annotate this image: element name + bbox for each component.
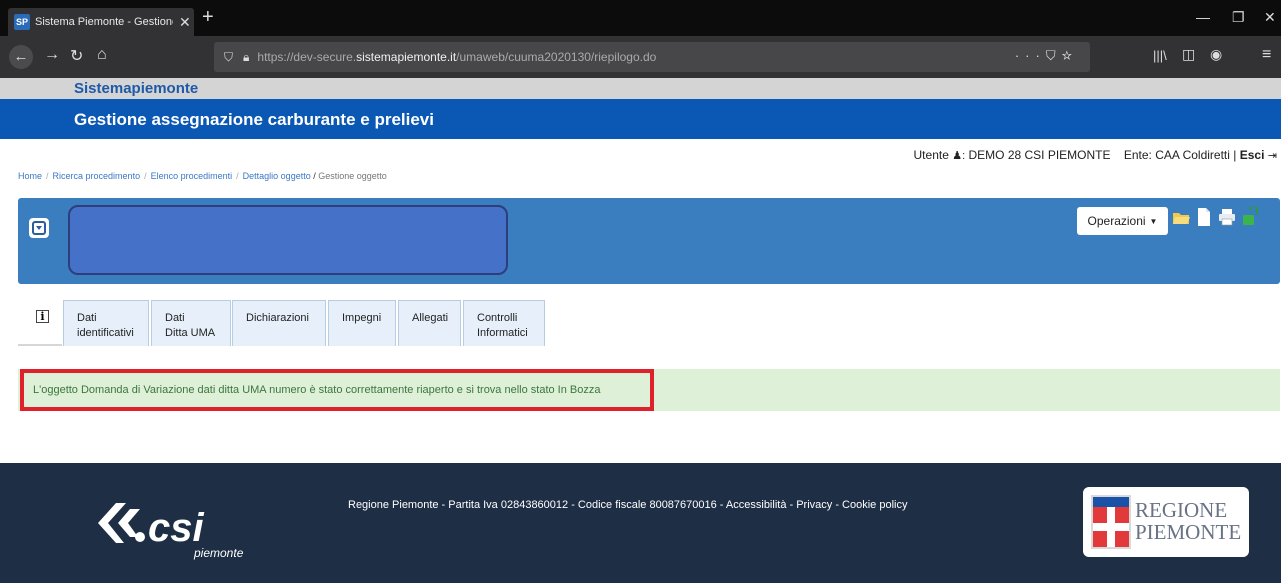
address-bar[interactable]: ⛉ 🔒︎ https://dev-secure. sistemapiemonte.… xyxy=(214,42,1090,72)
breadcrumb: Home / Ricerca procedimento / Elenco procedi… xyxy=(18,171,387,181)
pocket-icon[interactable]: ⛉ xyxy=(1046,48,1062,63)
tab-label-line1: Impegni xyxy=(342,312,382,324)
close-window-icon[interactable]: ✕ xyxy=(1264,9,1276,26)
regione-line2: PIEMONTE xyxy=(1135,520,1242,544)
restore-icon[interactable]: ❐ xyxy=(1232,9,1245,26)
alert-message: L'oggetto Domanda di Variazione dati dit… xyxy=(20,369,654,411)
tab-info[interactable]: i xyxy=(18,300,62,346)
logout-icon[interactable]: ⇥ xyxy=(1268,150,1277,162)
breadcrumb-ricerca[interactable]: Ricerca procedimento xyxy=(53,171,141,181)
brand-bar: Sistemapiemonte xyxy=(0,78,1281,99)
back-arrow-icon[interactable]: ← xyxy=(9,45,33,69)
url-domain: sistemapiemonte.it xyxy=(356,50,457,64)
close-tab-icon[interactable]: ✕ xyxy=(179,14,191,31)
bookmark-star-icon[interactable]: ☆ xyxy=(1062,48,1078,63)
browser-tab-title: Sistema Piemonte - Gestione a xyxy=(35,16,173,28)
ente-name: CAA Coldiretti xyxy=(1155,148,1230,162)
collapse-toggle-icon[interactable] xyxy=(29,218,49,238)
tab-label-line2: identificativi xyxy=(77,327,134,339)
logout-link[interactable]: Esci xyxy=(1240,148,1265,162)
operations-label: Operazioni xyxy=(1087,214,1146,228)
site-favicon-icon: SP xyxy=(14,14,30,30)
user-info: Utente ♟: DEMO 28 CSI PIEMONTE Ente: CAA… xyxy=(914,148,1277,162)
reload-icon[interactable]: ↻ xyxy=(70,46,83,66)
sidebar-icon[interactable]: ◫ xyxy=(1182,46,1195,63)
user-label: Utente xyxy=(913,148,949,162)
tab-label-line1: Dati xyxy=(165,312,185,324)
tab-impegni[interactable]: Impegni xyxy=(328,300,396,346)
menu-icon[interactable]: ≡ xyxy=(1262,46,1271,64)
unlock-icon[interactable] xyxy=(1240,207,1260,227)
browser-tab[interactable]: SP Sistema Piemonte - Gestione a ✕ xyxy=(8,8,194,36)
regione-line1: REGIONE xyxy=(1135,498,1228,522)
csi-logo-text: csi xyxy=(148,506,204,550)
redacted-object-summary xyxy=(68,205,508,275)
user-name: DEMO 28 CSI PIEMONTE xyxy=(968,148,1111,162)
info-icon: i xyxy=(36,310,49,323)
document-icon[interactable] xyxy=(1194,207,1214,227)
site-brand[interactable]: Sistemapiemonte xyxy=(74,80,198,97)
user-separator: | xyxy=(1233,148,1237,162)
caret-down-icon: ▼ xyxy=(1149,216,1158,226)
tab-label-line1: Allegati xyxy=(412,312,449,324)
tab-label-line1: Controlli xyxy=(477,312,518,324)
tab-label-line2: Ditta UMA xyxy=(165,327,216,339)
tab-label-line1: Dichiarazioni xyxy=(246,312,309,324)
regione-shield-icon xyxy=(1091,495,1131,549)
breadcrumb-home[interactable]: Home xyxy=(18,171,42,181)
object-panel: Operazioni ▼ xyxy=(18,198,1280,284)
url-prefix: https://dev-secure. xyxy=(257,50,357,64)
url-path: /umaweb/cuuma2020130/riepilogo.do xyxy=(456,50,657,64)
tab-label-line1: Dati xyxy=(77,312,97,324)
success-alert: L'oggetto Domanda di Variazione dati dit… xyxy=(18,369,1280,411)
tab-label-line2: Informatici xyxy=(477,327,528,339)
tab-dati-identificativi[interactable]: Dati identificativi xyxy=(63,300,149,346)
app-title: Gestione assegnazione carburante e preli… xyxy=(74,110,434,129)
breadcrumb-elenco[interactable]: Elenco procedimenti xyxy=(151,171,233,181)
csi-piemonte-logo[interactable]: csi piemonte xyxy=(94,495,254,566)
breadcrumb-current: Gestione oggetto xyxy=(318,171,387,181)
open-folder-icon[interactable] xyxy=(1171,207,1191,227)
breadcrumb-dettaglio[interactable]: Dettaglio oggetto xyxy=(243,171,311,181)
tab-controlli-informatici[interactable]: Controlli Informatici xyxy=(463,300,545,346)
tab-dichiarazioni[interactable]: Dichiarazioni xyxy=(232,300,326,346)
footer-legal-text: Regione Piemonte - Partita Iva 028438600… xyxy=(348,499,908,511)
shield-icon[interactable]: ⛉ xyxy=(224,50,233,65)
browser-tab-bar: SP Sistema Piemonte - Gestione a ✕ + — ❐… xyxy=(0,0,1281,36)
tab-allegati[interactable]: Allegati xyxy=(398,300,461,346)
lock-icon[interactable]: 🔒︎ xyxy=(243,50,249,65)
print-icon[interactable] xyxy=(1217,207,1237,227)
user-icon: ♟: xyxy=(952,150,966,162)
ente-label: Ente: xyxy=(1123,148,1152,162)
regione-piemonte-logo[interactable]: REGIONE PIEMONTE xyxy=(1083,487,1249,557)
operations-dropdown[interactable]: Operazioni ▼ xyxy=(1077,207,1168,235)
csi-logo-sub: piemonte xyxy=(193,546,244,560)
new-tab-icon[interactable]: + xyxy=(202,6,214,29)
tab-dati-ditta-uma[interactable]: Dati Ditta UMA xyxy=(151,300,231,346)
forward-arrow-icon[interactable]: → xyxy=(44,46,60,64)
library-icon[interactable]: |||\ xyxy=(1153,48,1167,63)
home-icon[interactable]: ⌂ xyxy=(97,46,107,64)
footer: csi piemonte Regione Piemonte - Partita … xyxy=(0,463,1281,583)
minimize-icon[interactable]: — xyxy=(1196,9,1210,25)
browser-nav-bar: ← → ↻ ⌂ ⛉ 🔒︎ https://dev-secure. sistemap… xyxy=(0,36,1281,78)
app-title-bar: Gestione assegnazione carburante e preli… xyxy=(0,99,1281,139)
account-icon[interactable]: ◉ xyxy=(1210,46,1222,63)
page-actions-icon[interactable]: ··· xyxy=(1015,48,1046,63)
